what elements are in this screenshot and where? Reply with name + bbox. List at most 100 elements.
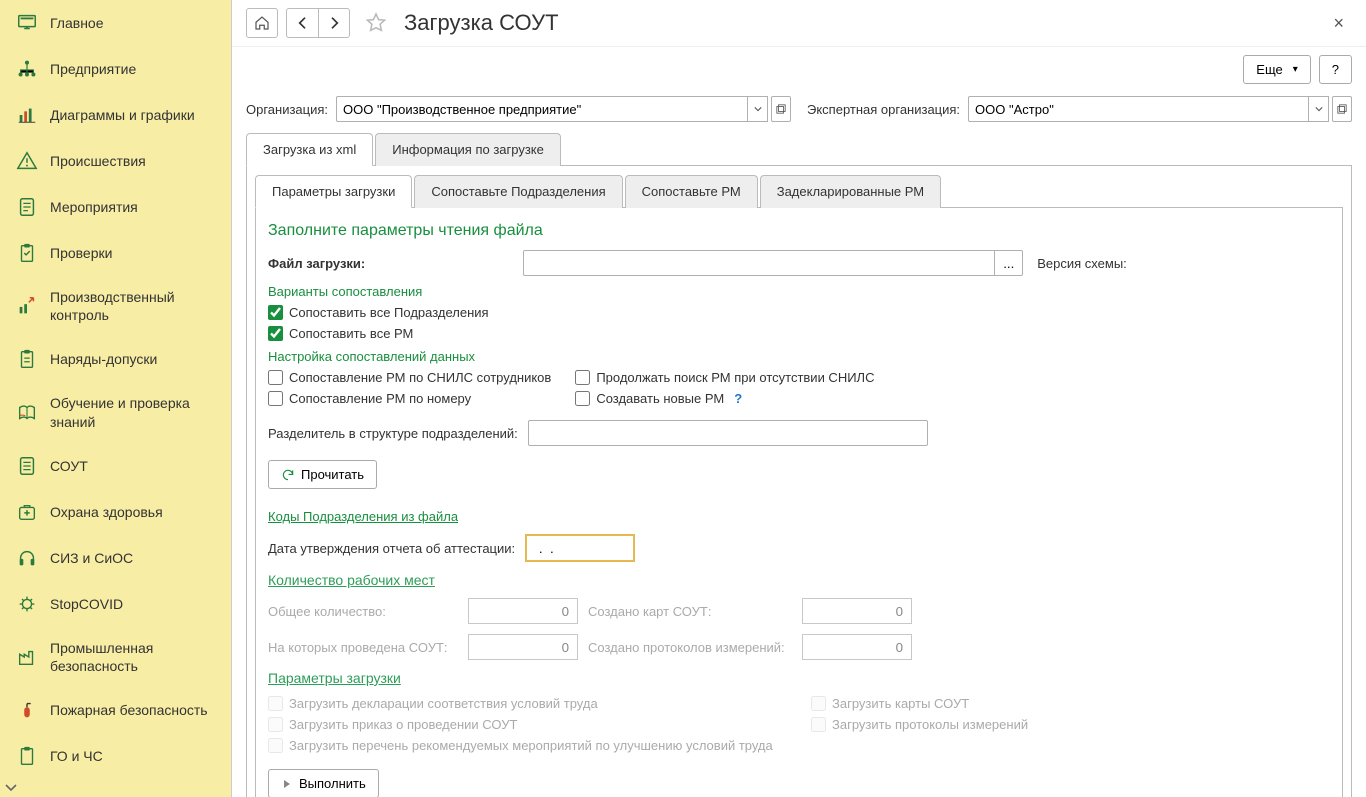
separator-input[interactable] xyxy=(528,420,928,446)
check-by-snils-label[interactable]: Сопоставление РМ по СНИЛС сотрудников xyxy=(289,370,551,385)
variants-title: Варианты сопоставления xyxy=(268,284,1330,299)
check-load-cards-label: Загрузить карты СОУТ xyxy=(832,696,969,711)
sidebar-item-covid[interactable]: StopCOVID xyxy=(0,581,231,627)
expert-org-open[interactable] xyxy=(1332,96,1352,122)
sidebar-scroll-down[interactable] xyxy=(0,779,231,797)
sidebar-label: Проверки xyxy=(50,244,215,262)
check-continue-label[interactable]: Продолжать поиск РМ при отсутствии СНИЛС xyxy=(596,370,874,385)
expert-org-label: Экспертная организация: xyxy=(807,102,960,117)
sidebar-item-prod-control[interactable]: Производственный контроль xyxy=(0,276,231,336)
tab-declared-rm[interactable]: Задекларированные РМ xyxy=(760,175,941,208)
total-label: Общее количество: xyxy=(268,598,458,624)
separator-label: Разделитель в структуре подразделений: xyxy=(268,426,518,441)
headphones-icon xyxy=(16,547,38,569)
back-button[interactable] xyxy=(286,8,318,38)
expert-org-dropdown[interactable] xyxy=(1309,96,1329,122)
more-button[interactable]: Еще xyxy=(1243,55,1310,84)
count-title[interactable]: Количество рабочих мест xyxy=(268,572,1330,588)
factory-icon xyxy=(16,646,38,668)
clipboard-icon xyxy=(16,745,38,767)
sidebar-item-health[interactable]: Охрана здоровья xyxy=(0,489,231,535)
tab-params[interactable]: Параметры загрузки xyxy=(255,175,412,208)
sidebar-item-charts[interactable]: Диаграммы и графики xyxy=(0,92,231,138)
clipboard-check-icon xyxy=(16,242,38,264)
sidebar-item-industrial-safety[interactable]: Промышленная безопасность xyxy=(0,627,231,687)
organization-dropdown[interactable] xyxy=(748,96,768,122)
tab-load-xml[interactable]: Загрузка из xml xyxy=(246,133,373,166)
home-button[interactable] xyxy=(246,8,278,38)
check-load-proto xyxy=(811,717,826,732)
settings-title: Настройка сопоставлений данных xyxy=(268,349,1330,364)
cards-input[interactable] xyxy=(802,598,912,624)
date-input[interactable] xyxy=(525,534,635,562)
outer-tabs: Загрузка из xml Информация по загрузке xyxy=(246,132,1352,166)
extinguisher-icon xyxy=(16,699,38,721)
help-button[interactable]: ? xyxy=(1319,55,1352,84)
total-input[interactable] xyxy=(468,598,578,624)
sidebar-item-training[interactable]: Обучение и проверка знаний xyxy=(0,382,231,442)
check-match-rm-label[interactable]: Сопоставить все РМ xyxy=(289,326,413,341)
check-by-number-label[interactable]: Сопоставление РМ по номеру xyxy=(289,391,471,406)
sidebar-label: Наряды-допуски xyxy=(50,350,215,368)
cards-label: Создано карт СОУТ: xyxy=(588,598,792,624)
check-continue-no-snils[interactable] xyxy=(575,370,590,385)
check-match-depts[interactable] xyxy=(268,305,283,320)
main-area: Загрузка СОУТ × Еще ? Организация: Экспе… xyxy=(232,0,1366,797)
check-match-depts-label[interactable]: Сопоставить все Подразделения xyxy=(289,305,489,320)
sidebar-item-siz[interactable]: СИЗ и СиОС xyxy=(0,535,231,581)
tab-match-depts[interactable]: Сопоставьте Подразделения xyxy=(414,175,622,208)
expert-org-input[interactable] xyxy=(968,96,1309,122)
sidebar-item-fire-safety[interactable]: Пожарная безопасность xyxy=(0,687,231,733)
sidebar-item-incidents[interactable]: Происшествия xyxy=(0,138,231,184)
inner-tabs: Параметры загрузки Сопоставьте Подраздел… xyxy=(255,174,1343,208)
execute-button[interactable]: Выполнить xyxy=(268,769,379,797)
inner-tab-panel: Заполните параметры чтения файла Файл за… xyxy=(255,208,1343,797)
done-input[interactable] xyxy=(468,634,578,660)
version-label: Версия схемы: xyxy=(1037,256,1127,271)
sidebar-item-checks[interactable]: Проверки xyxy=(0,230,231,276)
sidebar-label: Происшествия xyxy=(50,152,215,170)
check-create-new-label[interactable]: Создавать новые РМ xyxy=(596,391,724,406)
sidebar-item-main[interactable]: Главное xyxy=(0,0,231,46)
check-by-number[interactable] xyxy=(268,391,283,406)
sidebar-item-activities[interactable]: Мероприятия xyxy=(0,184,231,230)
organization-open[interactable] xyxy=(771,96,791,122)
sidebar-label: Охрана здоровья xyxy=(50,503,215,521)
favorite-star-icon[interactable] xyxy=(364,11,388,35)
medical-kit-icon xyxy=(16,501,38,523)
play-icon xyxy=(281,778,293,790)
sidebar-item-emergency[interactable]: ГО и ЧС xyxy=(0,733,231,779)
content: Организация: Экспертная организация: Заг… xyxy=(232,92,1366,797)
organization-input[interactable] xyxy=(336,96,748,122)
load-params-title[interactable]: Параметры загрузки xyxy=(268,670,1330,686)
sidebar-label: Производственный контроль xyxy=(50,288,215,324)
count-grid: Общее количество: Создано карт СОУТ: На … xyxy=(268,598,1330,660)
forward-button[interactable] xyxy=(318,8,350,38)
sidebar-label: СИЗ и СиОС xyxy=(50,549,215,567)
sidebar-label: Мероприятия xyxy=(50,198,215,216)
file-input[interactable] xyxy=(523,250,995,276)
help-hint-icon[interactable]: ? xyxy=(734,391,742,406)
tab-load-info[interactable]: Информация по загрузке xyxy=(375,133,561,166)
sidebar-item-permits[interactable]: Наряды-допуски xyxy=(0,336,231,382)
check-match-rm[interactable] xyxy=(268,326,283,341)
check-load-cards xyxy=(811,696,826,711)
read-button[interactable]: Прочитать xyxy=(268,460,377,489)
sidebar-label: Пожарная безопасность xyxy=(50,701,215,719)
monitor-icon xyxy=(16,12,38,34)
nav-group xyxy=(286,8,350,38)
proto-input[interactable] xyxy=(802,634,912,660)
sidebar-label: ГО и ЧС xyxy=(50,747,215,765)
close-button[interactable]: × xyxy=(1325,9,1352,38)
refresh-icon xyxy=(281,468,295,482)
sidebar-label: Промышленная безопасность xyxy=(50,639,215,675)
file-browse-button[interactable]: ... xyxy=(995,250,1023,276)
codes-link[interactable]: Коды Подразделения из файла xyxy=(268,509,458,524)
sidebar-item-sout[interactable]: СОУТ xyxy=(0,443,231,489)
date-label: Дата утверждения отчета об аттестации: xyxy=(268,541,515,556)
check-create-new[interactable] xyxy=(575,391,590,406)
tab-match-rm[interactable]: Сопоставьте РМ xyxy=(625,175,758,208)
sidebar-item-enterprise[interactable]: Предприятие xyxy=(0,46,231,92)
proto-label: Создано протоколов измерений: xyxy=(588,634,792,660)
check-by-snils[interactable] xyxy=(268,370,283,385)
